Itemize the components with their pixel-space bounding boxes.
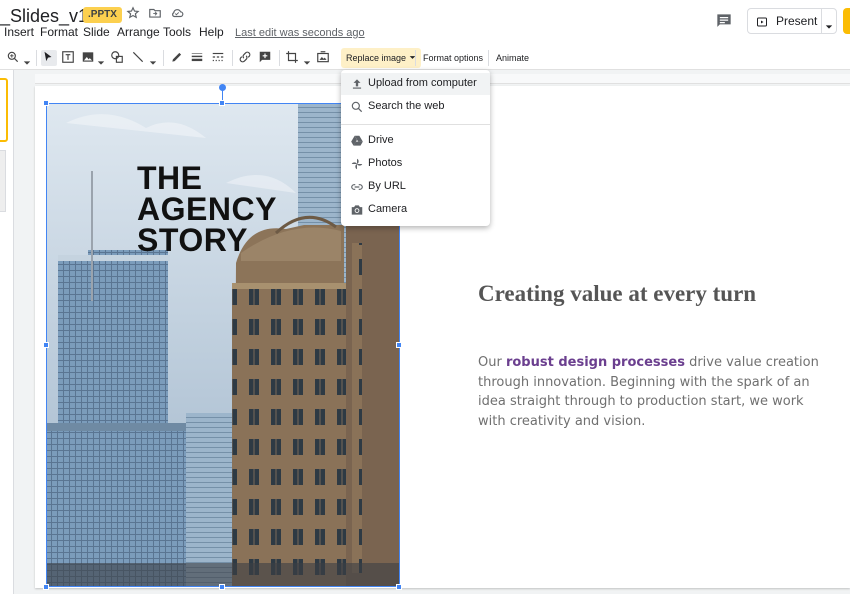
menu-item-label: Upload from computer [368,77,477,89]
toolbar-divider [232,50,233,66]
last-edit-link[interactable]: Last edit was seconds ago [235,27,365,39]
menu-help[interactable]: Help [199,25,224,39]
chevron-down-icon[interactable] [825,18,833,36]
border-weight-icon[interactable] [190,50,206,66]
menu-slide[interactable]: Slide [83,25,110,39]
camera-icon [350,203,364,217]
menu-format[interactable]: Format [40,25,78,39]
insert-link-icon[interactable] [238,50,254,66]
upload-icon [350,77,364,91]
slide-title-line-3: STORY [137,222,248,258]
shape-icon[interactable] [110,50,126,66]
resize-handle-right[interactable] [396,342,402,348]
menu-item-label: By URL [368,180,406,192]
rotate-handle[interactable] [219,84,226,91]
link-icon [350,180,364,194]
present-divider [821,9,822,33]
slide-title[interactable]: THE AGENCY STORY [137,160,277,258]
share-button[interactable] [843,8,850,34]
resize-handle-bottom[interactable] [219,584,225,590]
star-icon[interactable] [126,6,142,22]
zoom-icon[interactable] [6,50,22,66]
decorative-vertical-line [91,171,93,301]
drive-icon [350,134,364,148]
present-label: Present [776,14,818,28]
menu-item-label: Search the web [368,100,445,112]
replace-image-button[interactable]: Replace image [341,48,421,68]
photos-icon [350,157,364,171]
body-prefix: Our [478,355,506,370]
resize-handle-bottom-right[interactable] [396,584,402,590]
menu-item-by-url[interactable]: By URL [341,176,490,198]
format-options-button[interactable]: Format options [423,48,483,68]
slide-title-line-1: THE [137,160,203,196]
insert-image-icon[interactable] [81,50,97,66]
border-color-icon[interactable] [170,50,186,66]
menu-tools[interactable]: Tools [163,25,191,39]
slide-thumbnail-2[interactable] [0,150,6,212]
crop-icon[interactable] [285,50,301,66]
text-box-icon[interactable] [61,50,77,66]
resize-handle-top[interactable] [219,100,225,106]
reset-image-icon[interactable] [316,50,332,66]
file-type-badge: .PPTX [83,7,122,23]
menu-item-camera[interactable]: Camera [341,199,490,221]
toolbar-divider [163,50,164,66]
toolbar-divider [279,50,280,66]
menu-insert[interactable]: Insert [4,25,34,39]
menu-item-search-the-web[interactable]: Search the web [341,96,490,118]
menu-item-photos[interactable]: Photos [341,153,490,175]
resize-handle-top-left[interactable] [43,100,49,106]
menu-item-drive[interactable]: Drive [341,130,490,152]
title-bar: _Slides_v1.0 .PPTX Insert Format Slide A… [0,0,850,46]
menu-item-label: Drive [368,134,394,146]
slide-heading[interactable]: Creating value at every turn [478,281,756,307]
replace-image-label: Replace image [346,53,407,63]
present-icon [756,15,768,33]
body-emphasis: robust design processes [505,355,685,370]
move-folder-icon[interactable] [148,6,164,22]
toolbar-divider [36,50,37,66]
slide-filmstrip [0,70,14,594]
present-button[interactable]: Present [747,8,837,34]
slide-thumbnail-1[interactable] [0,78,8,142]
select-cursor-icon[interactable] [41,50,57,66]
toolbar-divider [415,50,416,66]
resize-handle-left[interactable] [43,342,49,348]
menu-item-label: Camera [368,203,408,215]
toolbar: Replace image Format options Animate [0,46,850,70]
slide-title-line-2: AGENCY [137,191,277,227]
comment-history-icon[interactable] [714,11,734,31]
menu-arrange[interactable]: Arrange [117,25,160,39]
toolbar-divider [488,50,489,66]
cloud-saved-icon[interactable] [170,6,186,22]
search-icon [350,100,364,114]
slide-body-text[interactable]: Our robust design processes drive value … [478,353,828,431]
replace-image-menu: Upload from computer Search the web Driv… [341,70,490,226]
menu-item-label: Photos [368,157,403,169]
resize-handle-bottom-left[interactable] [43,584,49,590]
menu-divider [341,124,490,125]
add-comment-icon[interactable] [258,50,274,66]
animate-button[interactable]: Animate [496,48,529,68]
menu-item-upload-from-computer[interactable]: Upload from computer [341,73,490,95]
line-icon[interactable] [131,50,147,66]
border-dash-icon[interactable] [211,50,227,66]
